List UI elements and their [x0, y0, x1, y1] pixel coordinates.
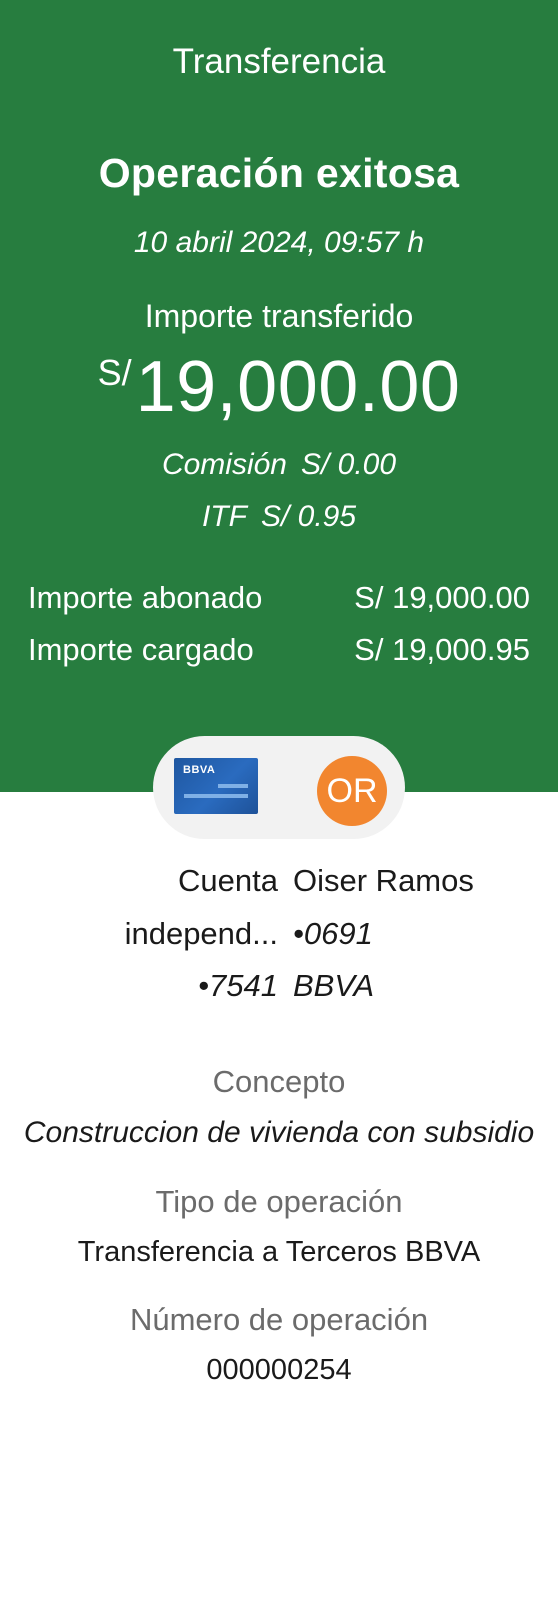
origin-account-line-2: independ...: [124, 916, 278, 951]
charged-amount-value: S/ 19,000.95: [354, 632, 530, 667]
bank-card-icon: BBVA: [174, 758, 258, 814]
recipient-account-number: •0691: [293, 916, 373, 951]
recipient-avatar: OR: [317, 756, 387, 826]
operation-datetime: 10 abril 2024, 09:57 h: [133, 226, 425, 259]
itf-label: ITF: [201, 500, 247, 533]
bank-logo-text: BBVA: [183, 764, 216, 776]
success-header: Transferencia Operación exitosa 10 abril…: [0, 0, 558, 792]
commission-value: S/ 0.00: [300, 448, 397, 481]
screen-title: Transferencia: [172, 42, 386, 81]
recipient-bank: BBVA: [293, 968, 374, 1003]
operation-type-label: Tipo de operación: [155, 1184, 403, 1219]
concept-value: Construccion de vivienda con subsidio: [23, 1116, 535, 1149]
commission-line: Comisión S/ 0.00: [0, 448, 558, 482]
transfer-parties-pill: BBVA OR: [153, 736, 405, 839]
operation-type-value: Transferencia a Terceros BBVA: [77, 1236, 481, 1268]
charged-amount-label: Importe cargado: [28, 632, 254, 667]
credited-amount-label: Importe abonado: [28, 580, 263, 615]
credited-amount-value: S/ 19,000.00: [354, 580, 530, 615]
operation-number-value: 000000254: [206, 1354, 352, 1386]
amount-currency: S/: [97, 352, 132, 393]
concept-label: Concepto: [212, 1064, 346, 1099]
recipient-name: Oiser Ramos: [293, 863, 474, 898]
itf-line: ITF S/ 0.95: [0, 500, 558, 534]
amount-value: 19,000.00: [135, 347, 461, 427]
origin-account-line-1: Cuenta: [178, 863, 278, 898]
amount-label: Importe transferido: [144, 298, 414, 334]
operation-number-label: Número de operación: [129, 1302, 429, 1337]
transferred-amount: S/19,000.00: [0, 346, 558, 428]
origin-account-number: •7541: [198, 968, 278, 1003]
itf-value: S/ 0.95: [260, 500, 357, 533]
status-title: Operación exitosa: [98, 150, 460, 196]
commission-label: Comisión: [161, 448, 287, 481]
